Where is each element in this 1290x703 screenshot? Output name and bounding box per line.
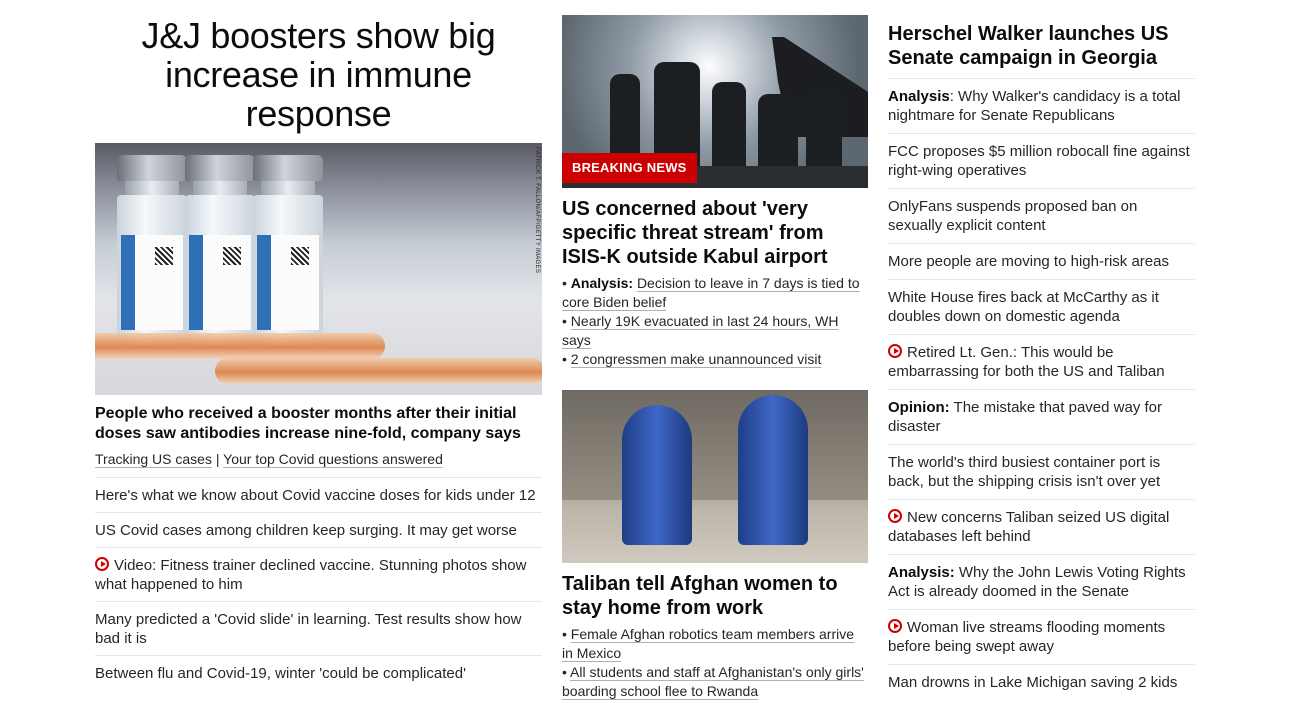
- related-links: Tracking US cases | Your top Covid quest…: [95, 451, 542, 478]
- lead-subheadline[interactable]: People who received a booster months aft…: [95, 404, 542, 444]
- wall-background: [562, 390, 868, 500]
- politics-column: Herschel Walker launches US Senate campa…: [888, 0, 1195, 700]
- list-item[interactable]: Man drowns in Lake Michigan saving 2 kid…: [888, 665, 1195, 700]
- list-item[interactable]: Video: Fitness trainer declined vaccine.…: [95, 548, 542, 602]
- analysis-label: Analysis:: [570, 275, 634, 291]
- story-link[interactable]: White House fires back at McCarthy as it…: [888, 289, 1159, 325]
- play-circle-icon: [888, 619, 902, 633]
- list-item[interactable]: OnlyFans suspends proposed ban on sexual…: [888, 189, 1195, 244]
- vial-graphic: [253, 155, 323, 345]
- list-item[interactable]: Retired Lt. Gen.: This would be embarras…: [888, 335, 1195, 390]
- list-item[interactable]: Analysis: Why the John Lewis Voting Righ…: [888, 555, 1195, 610]
- story-headline[interactable]: Taliban tell Afghan women to stay home f…: [562, 572, 868, 620]
- story-link[interactable]: Man drowns in Lake Michigan saving 2 kid…: [888, 674, 1177, 691]
- story-link[interactable]: Here's what we know about Covid vaccine …: [95, 487, 536, 504]
- story-link[interactable]: FCC proposes $5 million robocall fine ag…: [888, 143, 1190, 179]
- story-link[interactable]: Many predicted a 'Covid slide' in learni…: [95, 611, 522, 647]
- list-item[interactable]: Between flu and Covid-19, winter 'could …: [95, 656, 542, 690]
- vial-graphic: [185, 155, 255, 345]
- tracking-us-cases-link[interactable]: Tracking US cases: [95, 451, 212, 467]
- politics-story-list: Analysis: Why Walker's candidacy is a to…: [888, 79, 1195, 700]
- story-bullets: Female Afghan robotics team members arri…: [562, 625, 868, 701]
- person-silhouette: [758, 94, 798, 174]
- story-link[interactable]: All students and staff at Afghanistan's …: [562, 664, 864, 699]
- analysis-label: Analysis: [888, 88, 950, 105]
- list-item[interactable]: The world's third busiest container port…: [888, 445, 1195, 500]
- list-item[interactable]: Analysis: Why Walker's candidacy is a to…: [888, 79, 1195, 134]
- list-item[interactable]: US Covid cases among children keep surgi…: [95, 513, 542, 548]
- covid-questions-link[interactable]: Your top Covid questions answered: [223, 451, 443, 467]
- image-credit: PATRICK T. FALLON/AFP/GETTY IMAGES: [534, 147, 540, 274]
- story-headline[interactable]: US concerned about 'very specific threat…: [562, 197, 868, 269]
- kabul-airport-image[interactable]: BREAKING NEWS: [562, 15, 868, 188]
- story-link[interactable]: More people are moving to high-risk area…: [888, 253, 1169, 270]
- covid-column: J&J boosters show big increase in immune…: [95, 0, 542, 690]
- list-item[interactable]: Opinion: The mistake that paved way for …: [888, 390, 1195, 445]
- story-link[interactable]: Retired Lt. Gen.: This would be embarras…: [888, 344, 1165, 380]
- list-item[interactable]: Nearly 19K evacuated in last 24 hours, W…: [562, 312, 868, 350]
- column-headline[interactable]: Herschel Walker launches US Senate campa…: [888, 22, 1195, 79]
- lead-headline[interactable]: J&J boosters show big increase in immune…: [95, 16, 542, 133]
- person-silhouette: [806, 88, 842, 174]
- list-item[interactable]: Female Afghan robotics team members arri…: [562, 625, 868, 663]
- list-item[interactable]: FCC proposes $5 million robocall fine ag…: [888, 134, 1195, 189]
- afghan-women-image[interactable]: [562, 390, 868, 563]
- vial-graphic: [117, 155, 187, 345]
- list-item[interactable]: Here's what we know about Covid vaccine …: [95, 478, 542, 513]
- opinion-label: Opinion:: [888, 399, 950, 416]
- list-item[interactable]: Many predicted a 'Covid slide' in learni…: [95, 602, 542, 656]
- breaking-news-badge: BREAKING NEWS: [562, 153, 697, 183]
- story-link[interactable]: The world's third busiest container port…: [888, 454, 1160, 490]
- story-link[interactable]: OnlyFans suspends proposed ban on sexual…: [888, 198, 1137, 234]
- story-link[interactable]: US Covid cases among children keep surgi…: [95, 522, 517, 539]
- list-item[interactable]: 2 congressmen make unannounced visit: [562, 350, 868, 369]
- vaccine-vials-image[interactable]: PATRICK T. FALLON/AFP/GETTY IMAGES: [95, 143, 542, 395]
- story-link[interactable]: Female Afghan robotics team members arri…: [562, 626, 854, 661]
- story-link[interactable]: Between flu and Covid-19, winter 'could …: [95, 665, 466, 682]
- analysis-label: Analysis:: [888, 564, 955, 581]
- woman-figure: [738, 395, 808, 545]
- story-link[interactable]: Woman live streams flooding moments befo…: [888, 619, 1165, 655]
- syringe-graphic: [95, 333, 385, 359]
- play-circle-icon: [95, 557, 109, 571]
- play-circle-icon: [888, 344, 902, 358]
- story-link[interactable]: 2 congressmen make unannounced visit: [571, 351, 822, 367]
- list-item[interactable]: More people are moving to high-risk area…: [888, 244, 1195, 280]
- story-link[interactable]: Nearly 19K evacuated in last 24 hours, W…: [562, 313, 839, 348]
- story-link[interactable]: Video: Fitness trainer declined vaccine.…: [95, 557, 526, 593]
- link-separator: |: [215, 451, 220, 467]
- story-bullets: Analysis: Decision to leave in 7 days is…: [562, 274, 868, 369]
- woman-figure: [622, 405, 692, 545]
- afghanistan-column: BREAKING NEWS US concerned about 'very s…: [562, 0, 868, 701]
- syringe-graphic: [215, 358, 542, 384]
- list-item[interactable]: New concerns Taliban seized US digital d…: [888, 500, 1195, 555]
- story-link[interactable]: New concerns Taliban seized US digital d…: [888, 509, 1169, 545]
- person-silhouette: [712, 82, 746, 174]
- list-item[interactable]: Analysis: Decision to leave in 7 days is…: [562, 274, 868, 312]
- covid-story-list: Here's what we know about Covid vaccine …: [95, 478, 542, 690]
- list-item[interactable]: All students and staff at Afghanistan's …: [562, 663, 868, 701]
- list-item[interactable]: Woman live streams flooding moments befo…: [888, 610, 1195, 665]
- play-circle-icon: [888, 509, 902, 523]
- list-item[interactable]: White House fires back at McCarthy as it…: [888, 280, 1195, 335]
